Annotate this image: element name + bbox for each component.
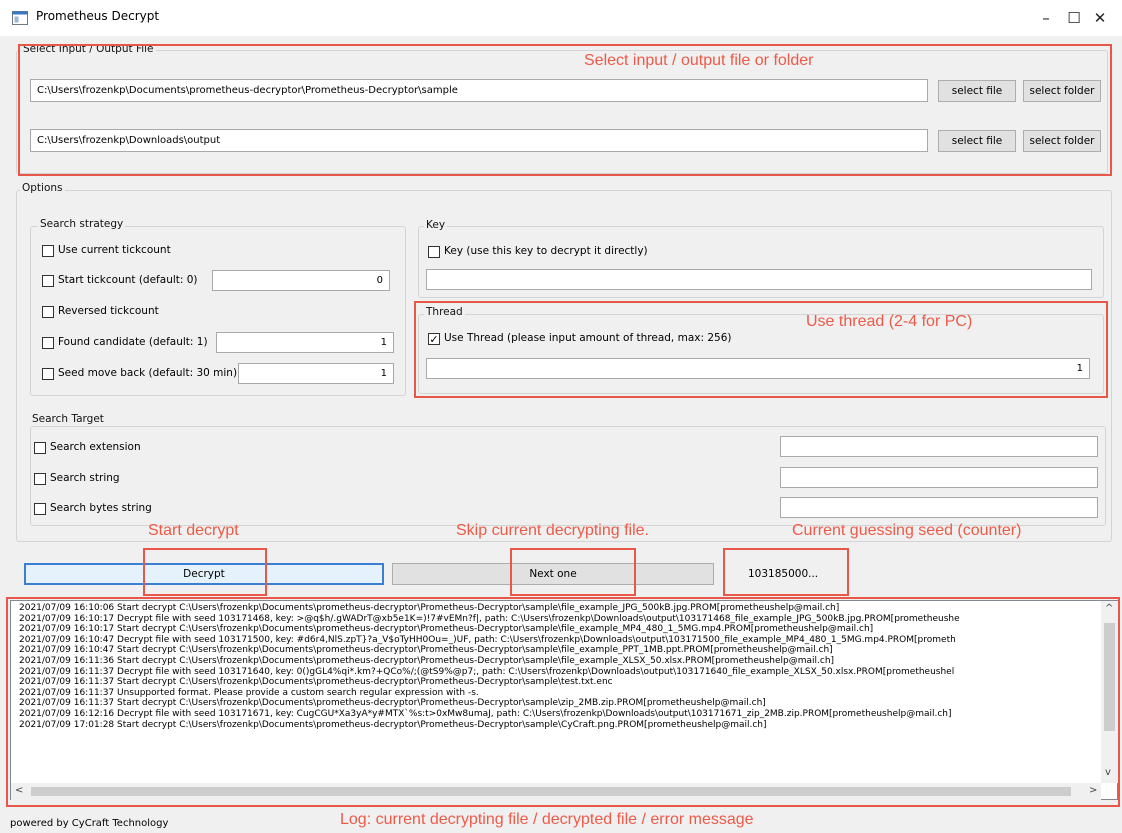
search-extension-label: Search extension: [50, 441, 141, 453]
search-strategy-label: Search strategy: [38, 218, 126, 230]
annotation-log-text: Log: current decrypting file / decrypted…: [340, 811, 754, 828]
key-group-label: Key: [424, 219, 448, 231]
reversed-tickcount-checkbox[interactable]: [42, 306, 54, 318]
annotation-skip-box: [510, 548, 636, 596]
annotation-seed-text: Current guessing seed (counter): [792, 522, 1022, 539]
start-tickcount-label: Start tickcount (default: 0): [58, 274, 198, 286]
search-extension-input[interactable]: [780, 436, 1098, 457]
annotation-decrypt-text: Start decrypt: [148, 522, 239, 539]
found-candidate-checkbox[interactable]: [42, 337, 54, 349]
seed-move-back-input[interactable]: 1: [238, 363, 394, 384]
key-input[interactable]: [426, 269, 1092, 290]
search-target-label: Search Target: [30, 413, 106, 425]
search-bytes-checkbox[interactable]: [34, 503, 46, 515]
search-string-label: Search string: [50, 472, 120, 484]
found-candidate-input[interactable]: 1: [216, 332, 394, 353]
start-tickcount-input[interactable]: 0: [212, 270, 390, 291]
search-bytes-label: Search bytes string: [50, 502, 152, 514]
use-key-checkbox[interactable]: [428, 246, 440, 258]
annotation-io-text: Select input / output file or folder: [584, 52, 814, 69]
window-title: Prometheus Decrypt: [36, 9, 160, 23]
use-current-tickcount-label: Use current tickcount: [58, 244, 171, 256]
found-candidate-label: Found candidate (default: 1): [58, 336, 208, 348]
annotation-skip-text: Skip current decrypting file.: [456, 522, 649, 539]
search-bytes-input[interactable]: [780, 497, 1098, 518]
search-string-checkbox[interactable]: [34, 473, 46, 485]
footer-credit: powered by CyCraft Technology: [10, 818, 169, 829]
close-button[interactable]: ✕: [1078, 2, 1122, 34]
search-string-input[interactable]: [780, 467, 1098, 488]
search-extension-checkbox[interactable]: [34, 442, 46, 454]
app-window-icon: [12, 11, 28, 25]
use-key-label: Key (use this key to decrypt it directly…: [444, 245, 648, 257]
start-tickcount-checkbox[interactable]: [42, 275, 54, 287]
annotation-log-box: [6, 597, 1120, 807]
annotation-decrypt-box: [143, 548, 267, 596]
annotation-seed-box: [723, 548, 849, 596]
use-current-tickcount-checkbox[interactable]: [42, 245, 54, 257]
options-group-label: Options: [20, 182, 65, 194]
annotation-thread-text: Use thread (2-4 for PC): [806, 313, 973, 330]
seed-move-back-label: Seed move back (default: 30 min): [58, 367, 238, 379]
seed-move-back-checkbox[interactable]: [42, 368, 54, 380]
reversed-tickcount-label: Reversed tickcount: [58, 305, 159, 317]
title-bar: Prometheus Decrypt – ☐ ✕: [0, 0, 1122, 36]
annotation-thread-box: [414, 301, 1108, 398]
annotation-io-box: [18, 44, 1112, 176]
